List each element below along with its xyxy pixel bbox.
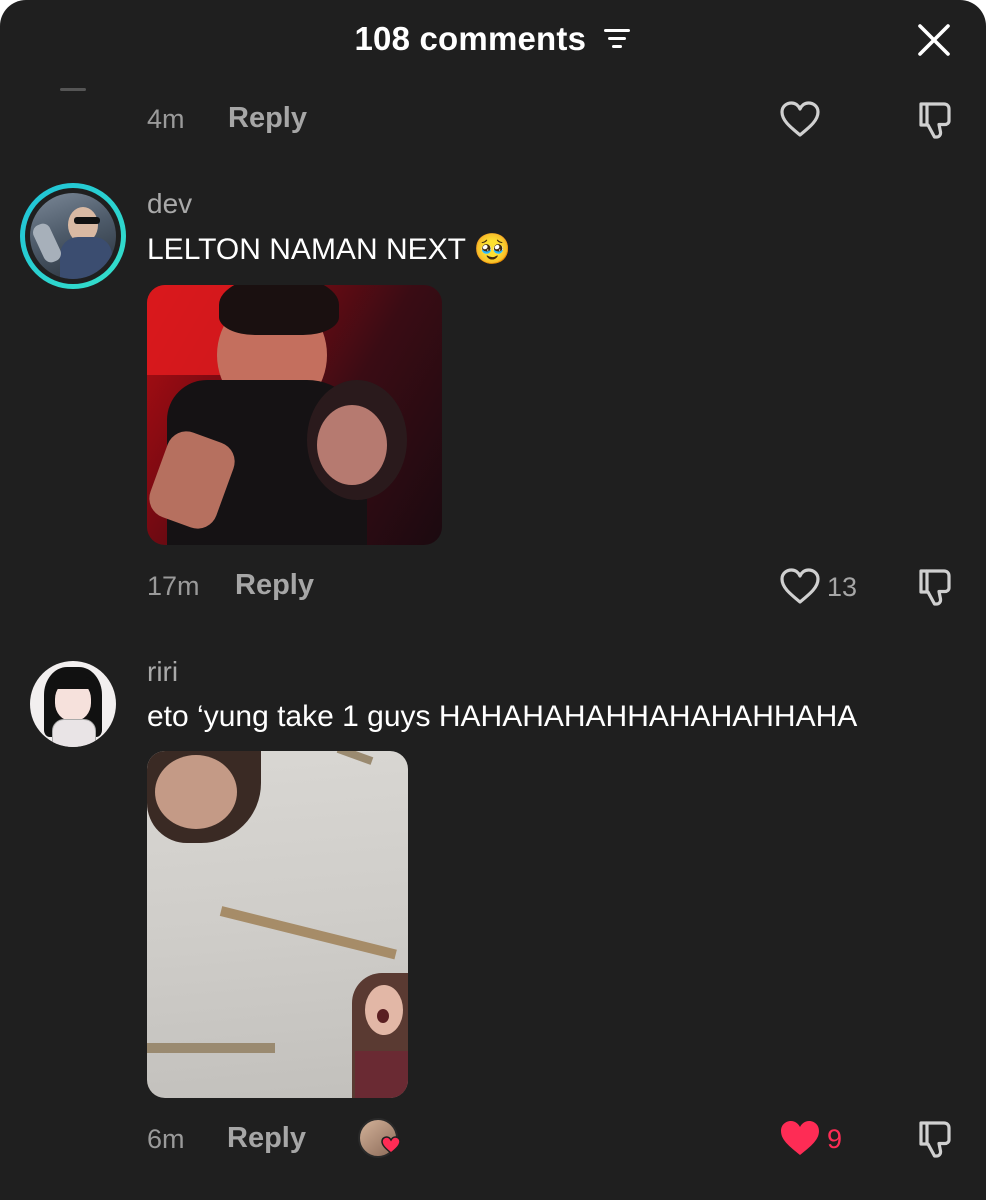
comment-time: 6m: [147, 1124, 185, 1154]
comment-username[interactable]: dev: [147, 188, 192, 220]
like-count: 13: [827, 572, 858, 602]
comment-username[interactable]: riri: [147, 656, 178, 688]
comment-body: LELTON NAMAN NEXT 🥹: [147, 232, 511, 267]
close-x-icon[interactable]: [916, 22, 952, 58]
comment-text: eto ‘yung take 1 guys HAHAHAHAHHAHAHAHHA…: [147, 700, 858, 733]
dislike-icon[interactable]: [914, 99, 956, 141]
avatar-dev[interactable]: [20, 183, 126, 289]
comments-header: 108 comments: [0, 0, 986, 84]
heart-outline-icon[interactable]: [779, 567, 821, 607]
comment-time: 4m: [147, 104, 185, 134]
previous-avatar-edge: [60, 88, 86, 91]
dislike-icon[interactable]: [914, 566, 956, 608]
heart-outline-icon[interactable]: [779, 100, 821, 140]
avatar-riri[interactable]: [30, 661, 116, 747]
comment-time: 17m: [147, 571, 200, 601]
like-count: 9: [827, 1124, 843, 1154]
filter-lines-icon[interactable]: [602, 20, 632, 58]
dislike-icon[interactable]: [914, 1118, 956, 1160]
comments-count-title: 108 comments: [354, 20, 587, 57]
comment-text: LELTON NAMAN NEXT: [147, 233, 466, 266]
comment-photo[interactable]: [147, 285, 442, 545]
comments-sheet: 108 comments 4m Reply dev LELTON NAMAN N…: [0, 0, 986, 1200]
heart-filled-icon[interactable]: [779, 1119, 821, 1159]
reply-button[interactable]: Reply: [227, 1122, 306, 1155]
creator-liked-avatar-icon: [358, 1118, 404, 1158]
comments-title-wrap: 108 comments: [0, 20, 986, 58]
comment-photo[interactable]: [147, 751, 408, 1098]
pleading-face-emoji: 🥹: [473, 232, 512, 267]
reply-button[interactable]: Reply: [235, 569, 314, 602]
reply-button[interactable]: Reply: [228, 102, 307, 135]
